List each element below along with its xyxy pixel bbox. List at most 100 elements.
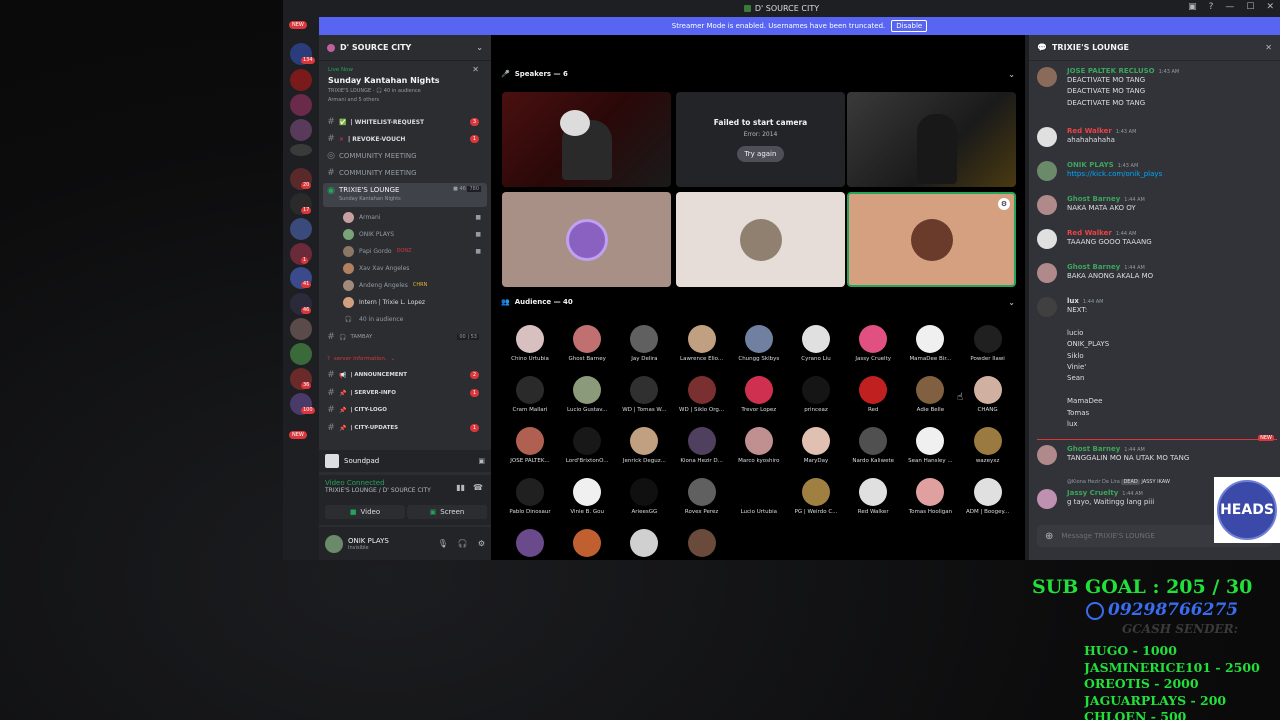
- live-now-card[interactable]: Live Now Sunday Kantahan Nights TRIXIE'S…: [323, 63, 487, 117]
- server-icon[interactable]: [290, 144, 312, 156]
- audience-member[interactable]: Lucio Gustav...: [559, 376, 615, 426]
- audience-member[interactable]: Sean Hansley ...: [902, 427, 958, 477]
- message-author[interactable]: Ghost Barney 1:44 AM: [1067, 445, 1277, 453]
- avatar[interactable]: [1037, 195, 1057, 215]
- gear-icon[interactable]: ⚙: [478, 539, 485, 548]
- audience-member[interactable]: Adie Belle: [902, 376, 958, 426]
- message-author[interactable]: Ghost Barney 1:44 AM: [1067, 263, 1277, 271]
- microphone-icon[interactable]: 🎙: [438, 539, 448, 548]
- channel-city-logo[interactable]: # 📌 | CITY-LOGO: [323, 402, 487, 418]
- try-again-button[interactable]: Try again: [736, 145, 785, 162]
- speaker-video-tile[interactable]: [502, 92, 671, 187]
- audience-member[interactable]: Vinie B. Gou: [559, 478, 615, 528]
- close-window-icon[interactable]: ✕: [1266, 2, 1274, 12]
- chevron-down-icon[interactable]: ⌄: [1008, 70, 1015, 79]
- speaker-video-tile[interactable]: [847, 92, 1016, 187]
- voice-user[interactable]: Armani ■: [343, 209, 487, 225]
- audience-member[interactable]: Powder Ilawi: [960, 325, 1016, 375]
- message-author[interactable]: ONIK PLAYS 1:43 AM: [1067, 161, 1277, 169]
- category-server-information[interactable]: ? server information. ⌄: [323, 351, 487, 367]
- server-icon[interactable]: [290, 218, 312, 240]
- speaker-avatar-tile[interactable]: [676, 192, 845, 287]
- audience-member[interactable]: Rovex Perez: [674, 478, 730, 528]
- audience-member[interactable]: CHANG: [960, 376, 1016, 426]
- audience-member[interactable]: Red Walker: [845, 478, 901, 528]
- server-header[interactable]: D' SOURCE CITY ⌄: [319, 35, 491, 61]
- audience-member[interactable]: Cyrano Liu: [788, 325, 844, 375]
- video-button[interactable]: ■ Video: [325, 505, 405, 519]
- audience-header[interactable]: 👥 Audience — 40 ⌄: [501, 295, 1015, 309]
- help-icon[interactable]: ?: [1209, 2, 1214, 12]
- audience-member[interactable]: Jassy Cruelty: [845, 325, 901, 375]
- message-author[interactable]: lux 1:44 AM: [1067, 297, 1277, 305]
- channel-announcement[interactable]: # 📢 | ANNOUNCEMENT 2: [323, 367, 487, 383]
- message-author[interactable]: Red Walker 1:43 AM: [1067, 127, 1277, 135]
- server-icon[interactable]: [290, 318, 312, 340]
- audience-member[interactable]: Kiona Hezir D...: [674, 427, 730, 477]
- server-icon[interactable]: [290, 94, 312, 116]
- audience-member[interactable]: Lawrence Elio...: [674, 325, 730, 375]
- server-icon[interactable]: [290, 69, 312, 91]
- audience-member[interactable]: ArieesGG: [616, 478, 672, 528]
- audience-member[interactable]: PG | Weirdo C...: [788, 478, 844, 528]
- avatar[interactable]: [325, 534, 343, 553]
- audience-member[interactable]: Tomas Hooligan: [902, 478, 958, 528]
- plus-icon[interactable]: ⊕: [1045, 531, 1053, 542]
- chat-message[interactable]: JOSE PALTEK RECLUSO 1:43 AM DEACTIVATE MO …: [1037, 67, 1277, 109]
- headphones-icon[interactable]: 🎧: [458, 539, 468, 548]
- soundpad-activity[interactable]: Soundpad ▣: [319, 450, 491, 472]
- audience-member[interactable]: WD | Tomas W...: [616, 376, 672, 426]
- avatar[interactable]: [1037, 297, 1057, 317]
- voice-user[interactable]: Papi Gordo DONZ ■: [343, 243, 487, 259]
- reply-preview[interactable]: @Kiona Hezir De Lira DEAD JASSY IKAW: [1067, 479, 1170, 485]
- audience-member[interactable]: [674, 529, 730, 560]
- chat-message[interactable]: Ghost Barney 1:44 AM NAKA MATA AKO OY: [1037, 195, 1277, 215]
- chat-message[interactable]: Red Walker 1:43 AM ahahahahaha: [1037, 127, 1277, 147]
- audience-member[interactable]: MamaDee Bir...: [902, 325, 958, 375]
- chevron-down-icon[interactable]: ⌄: [476, 43, 483, 52]
- audience-member[interactable]: Cram Mallari: [502, 376, 558, 426]
- audience-member[interactable]: [502, 529, 558, 560]
- channel-tambay[interactable]: # 🎧 TAMBAY 00 | 53: [323, 329, 487, 345]
- maximize-icon[interactable]: ☐: [1246, 2, 1254, 12]
- voice-user[interactable]: Intern | Trixie L. Lopez: [343, 294, 487, 310]
- avatar[interactable]: [1037, 161, 1057, 181]
- audience-member[interactable]: Lord'BrixtonO...: [559, 427, 615, 477]
- channel-whitelist-request[interactable]: # ✅ | WHITELIST-REQUEST 3: [323, 114, 487, 130]
- audience-member[interactable]: Pablo Dinosaur: [502, 478, 558, 528]
- overlay-icon[interactable]: ▣: [478, 457, 485, 465]
- disable-button[interactable]: Disable: [891, 20, 928, 32]
- disconnect-icon[interactable]: ☎: [473, 483, 483, 492]
- audience-member[interactable]: ADM | Boogey...: [960, 478, 1016, 528]
- chat-message[interactable]: Ghost Barney 1:44 AM BAKA ANONG AKALA MO: [1037, 263, 1277, 283]
- server-icon[interactable]: [290, 343, 312, 365]
- channel-community-meeting[interactable]: # COMMUNITY MEETING: [323, 165, 487, 181]
- chat-message[interactable]: lux 1:44 AM NEXT: lucio ONIK_PLAYS Siklo Vini…: [1037, 297, 1277, 430]
- chat-message[interactable]: ONIK PLAYS 1:43 AM https://kick.com/onik_p…: [1037, 161, 1277, 181]
- audience-member[interactable]: MaryDay: [788, 427, 844, 477]
- audience-member[interactable]: Jenrick Deguz...: [616, 427, 672, 477]
- voice-user[interactable]: ONIK PLAYS ■: [343, 226, 487, 242]
- audience-member[interactable]: Chino Urtubia: [502, 325, 558, 375]
- channel-revoke-vouch[interactable]: # ✕ | REVOKE-VOUCH 1: [323, 131, 487, 147]
- audience-member[interactable]: princeaz: [788, 376, 844, 426]
- avatar[interactable]: [1037, 489, 1057, 509]
- audience-member[interactable]: Marco kyoshiro: [731, 427, 787, 477]
- minimize-icon[interactable]: —: [1225, 2, 1234, 12]
- speakers-header[interactable]: 🎤 Speakers — 6 ⌄: [501, 67, 1015, 81]
- avatar[interactable]: [1037, 263, 1057, 283]
- channel-trixies-lounge[interactable]: ◉ TRIXIE'S LOUNGE Sunday Kantahan Nights…: [323, 183, 487, 207]
- message-author[interactable]: Red Walker 1:44 AM: [1067, 229, 1277, 237]
- audience-member[interactable]: Chungg Sklbys: [731, 325, 787, 375]
- screen-share-button[interactable]: ▣ Screen: [407, 505, 487, 519]
- channel-server-info[interactable]: # 📌 | SERVER-INFO 1: [323, 385, 487, 401]
- chat-message[interactable]: Red Walker 1:44 AM TAAANG GOOO TAAANG: [1037, 229, 1277, 249]
- chat-message[interactable]: Ghost Barney 1:44 AM TANGGALIN MO NA UTAK …: [1037, 445, 1277, 465]
- message-input[interactable]: Message TRIXIE'S LOUNGE: [1061, 532, 1154, 540]
- audience-member[interactable]: Jay Delira: [616, 325, 672, 375]
- audience-member[interactable]: wazeyxz: [960, 427, 1016, 477]
- audience-member[interactable]: JOSE PALTEK...: [502, 427, 558, 477]
- channel-city-updates[interactable]: # 📌 | CITY-UPDATES 1: [323, 420, 487, 436]
- signal-icon[interactable]: ▮▮: [456, 483, 465, 492]
- channel-community-meeting[interactable]: ◎ COMMUNITY MEETING: [323, 148, 487, 164]
